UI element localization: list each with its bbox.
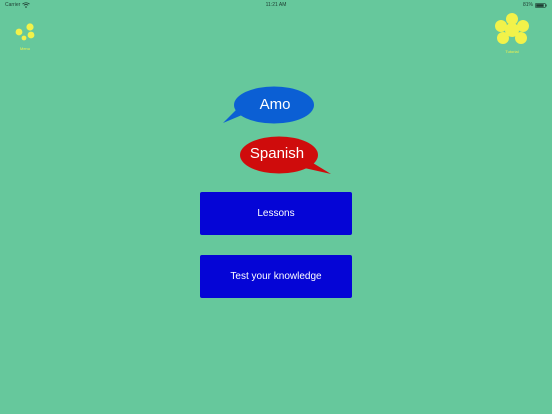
tutorial-flower-icon: [495, 13, 529, 44]
language-bubble[interactable]: Spanish: [238, 136, 332, 176]
status-right: 81%: [523, 2, 547, 8]
test-knowledge-button[interactable]: Test your knowledge: [200, 255, 352, 298]
menu-flower-icon: [15, 23, 35, 41]
battery-icon: [535, 2, 547, 8]
menu-label: Menu: [19, 46, 30, 51]
word-bubble[interactable]: Amo: [222, 86, 316, 126]
tutorial-label: Tutorial: [505, 49, 519, 54]
status-bar: Carrier 11:21 AM 81%: [0, 0, 552, 10]
status-time: 11:21 AM: [265, 2, 287, 8]
word-text: Amo: [259, 96, 291, 113]
lessons-button[interactable]: Lessons: [200, 192, 352, 235]
tutorial-button[interactable]: Tutorial: [490, 12, 534, 56]
menu-button[interactable]: Menu: [10, 20, 40, 52]
app-screen: Carrier 11:21 AM 81% Menu Tutorial Amo S…: [0, 0, 552, 414]
battery-percent: 81%: [522, 2, 533, 8]
language-text: Spanish: [249, 145, 305, 162]
